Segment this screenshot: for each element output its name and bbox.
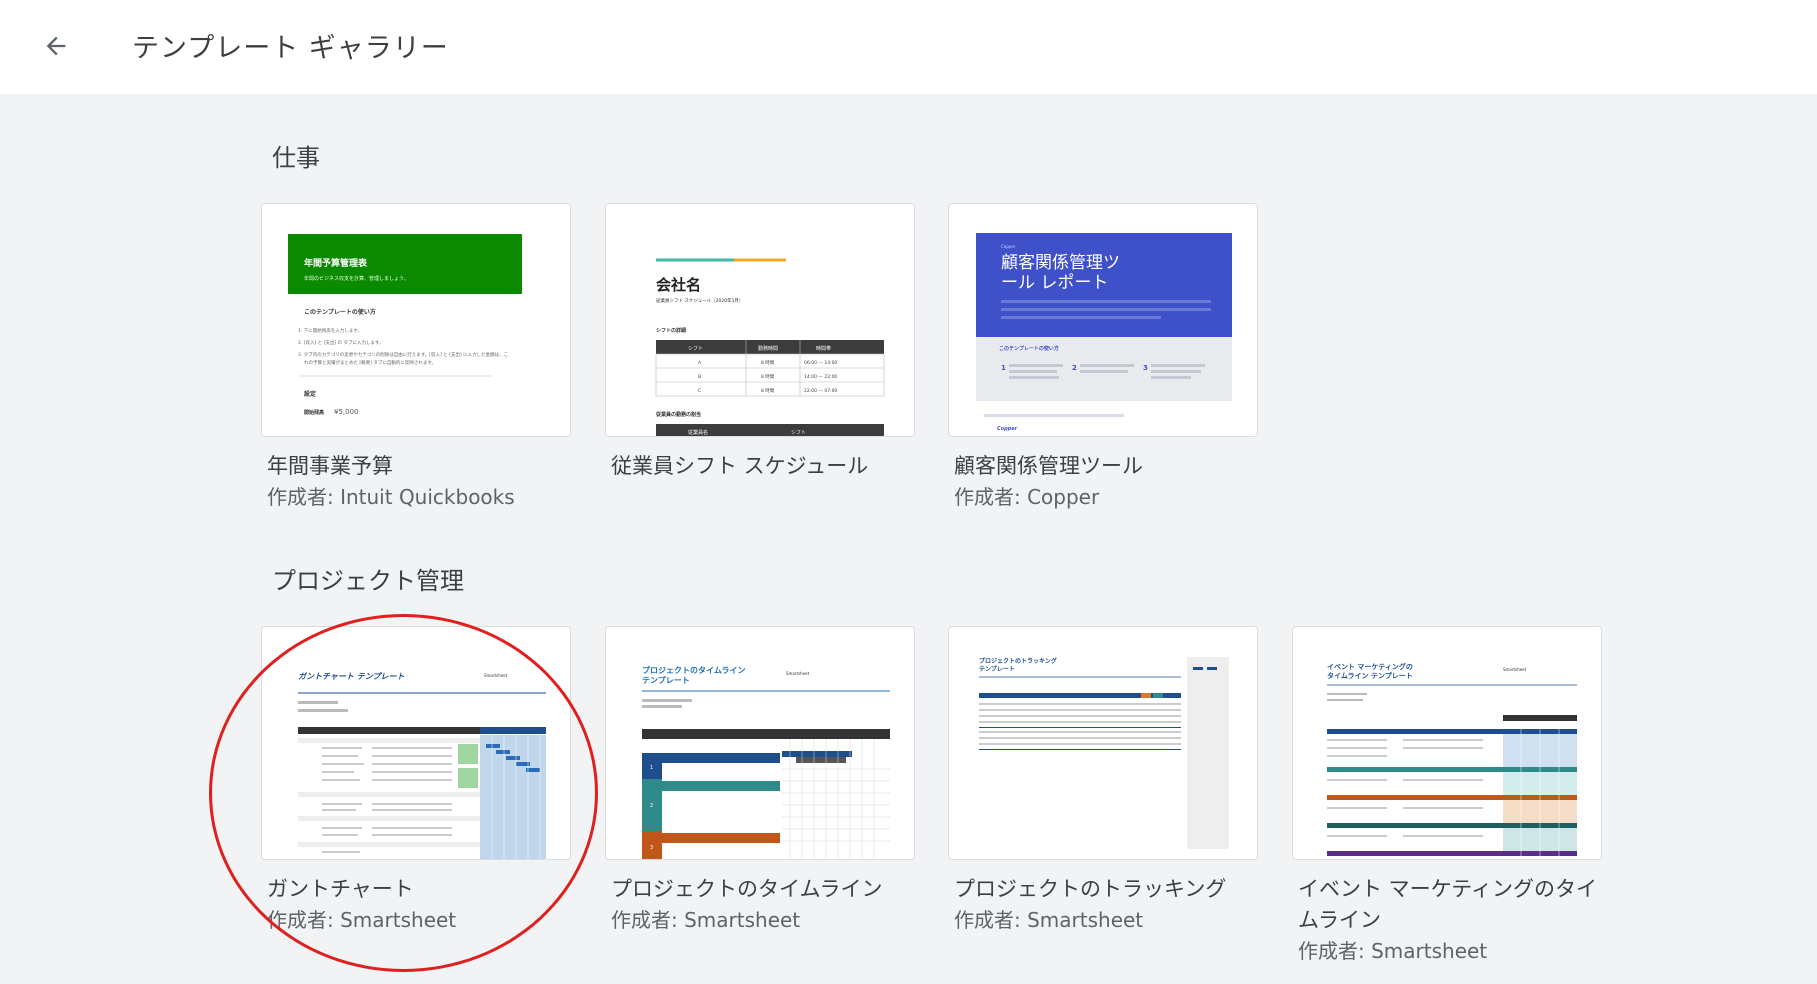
- thumb-footer-link: Copper: [997, 426, 1018, 432]
- template-name: ガントチャート: [267, 877, 414, 901]
- thumb-brand: Smartsheet: [484, 673, 508, 678]
- template-name: 年間事業予算: [267, 454, 393, 478]
- template-name: 従業員シフト スケジュール: [611, 454, 869, 478]
- top-bar: テンプレート ギャラリー: [0, 0, 1817, 94]
- thumb-th: シフト: [688, 346, 703, 352]
- thumb-title: 顧客関係管理ツ: [1001, 253, 1120, 273]
- back-button[interactable]: [34, 24, 78, 68]
- template-author: 作成者: Smartsheet: [267, 908, 457, 932]
- svg-text:8 時間: 8 時間: [761, 374, 775, 380]
- thumb-title: ガントチャート テンプレート: [298, 672, 404, 681]
- template-thumbnail[interactable]: 会社名 従業員シフト スケジュール（2020年1月） シフトの詳細 シフト 勤務…: [605, 203, 915, 437]
- section-title-work: 仕事: [272, 144, 320, 172]
- svg-text:3: 3: [650, 845, 653, 851]
- thumb-title: タイムライン テンプレート: [1327, 671, 1413, 680]
- arrow-back-icon: [46, 36, 66, 56]
- thumb-brand: Smartsheet: [786, 671, 810, 676]
- thumb-opening-label: 開始残高: [304, 409, 324, 416]
- svg-text:シフト: シフト: [791, 430, 806, 436]
- thumb-brand: Smartsheet: [1503, 667, 1527, 672]
- template-author: 作成者: Smartsheet: [611, 908, 801, 932]
- svg-text:1: 1: [650, 765, 653, 771]
- template-author: 作成者: Intuit Quickbooks: [267, 485, 515, 509]
- thumb-opening-value: ¥5,000: [334, 408, 359, 416]
- template-name: イベント マーケティングのタイムライン: [1298, 877, 1597, 932]
- thumb-th: 時間帯: [816, 345, 831, 352]
- template-card-crm[interactable]: Copper 顧客関係管理ツ ール レポート このテンプレートの使い方 1 2 …: [948, 203, 1258, 513]
- template-name: プロジェクトのタイムライン: [611, 877, 883, 901]
- template-card-project-timeline[interactable]: プロジェクトのタイムライン テンプレート Smartsheet 1 2 3 プロ…: [605, 626, 915, 936]
- template-author: 作成者: Smartsheet: [1298, 939, 1488, 963]
- thumb-title: ール レポート: [1001, 273, 1108, 293]
- svg-text:22:00 — 07:00: 22:00 — 07:00: [804, 388, 837, 394]
- page-title: テンプレート ギャラリー: [132, 33, 449, 64]
- thumb-title: プロジェクトのタイムライン: [642, 665, 745, 675]
- thumb-title: プロジェクトのトラッキング: [979, 657, 1057, 665]
- thumb-tag: Copper: [1001, 244, 1016, 249]
- template-card-shift-schedule[interactable]: 会社名 従業員シフト スケジュール（2020年1月） シフトの詳細 シフト 勤務…: [605, 203, 915, 482]
- thumb-step: 1. 下に開始残高を入力します。: [298, 327, 362, 334]
- thumb-title: イベント マーケティングの: [1327, 662, 1413, 671]
- thumb-subtitle: 従業員シフト スケジュール（2020年1月）: [656, 297, 743, 304]
- thumb-step: 2. [収入] と [支出] の タブに入力します。: [298, 339, 384, 346]
- template-author: 作成者: Smartsheet: [954, 908, 1144, 932]
- thumb-step: 3. タブ内のカテゴリの変更やカテゴリの削除は自由に行えます。[収入] と [支…: [298, 351, 508, 358]
- thumb-step: れの予算と実績がまとめた [概要] タブに自動的に反映されます。: [304, 359, 436, 366]
- thumb-shift-section: シフトの詳細: [656, 327, 686, 334]
- thumb-header-text: 年間予算管理表: [304, 257, 368, 269]
- template-thumbnail[interactable]: プロジェクトのタイムライン テンプレート Smartsheet 1 2 3: [605, 626, 915, 860]
- template-name: 顧客関係管理ツール: [954, 454, 1143, 478]
- template-card-project-tracking[interactable]: プロジェクトのトラッキング テンプレート プロジェクトのトラッキング 作成者: …: [948, 626, 1258, 936]
- svg-text:B: B: [698, 374, 701, 380]
- svg-text:1: 1: [1001, 364, 1006, 372]
- svg-text:3: 3: [1143, 364, 1148, 372]
- template-name: プロジェクトのトラッキング: [954, 877, 1227, 901]
- thumb-th: 勤務時間: [758, 345, 778, 352]
- template-card-event-marketing-timeline[interactable]: イベント マーケティングの タイムライン テンプレート Smartsheet イ…: [1292, 626, 1602, 967]
- template-author: 作成者: Copper: [954, 485, 1100, 509]
- template-thumbnail[interactable]: プロジェクトのトラッキング テンプレート: [948, 626, 1258, 860]
- thumb-title: テンプレート: [979, 665, 1015, 673]
- svg-text:C: C: [698, 388, 701, 394]
- svg-text:2: 2: [650, 803, 653, 809]
- svg-text:8 時間: 8 時間: [761, 360, 775, 366]
- thumb-company: 会社名: [656, 276, 701, 294]
- thumb-howto: このテンプレートの使い方: [999, 345, 1059, 352]
- svg-text:06:00 — 14:00: 06:00 — 14:00: [804, 360, 837, 366]
- thumb-header-sub: 年間のビジネス収支を計算、管理しましょう。: [304, 275, 409, 282]
- template-card-annual-budget[interactable]: 年間予算管理表 年間のビジネス収支を計算、管理しましょう。 このテンプレートの使…: [261, 203, 571, 513]
- thumb-title: テンプレート: [642, 675, 690, 685]
- thumb-howto: このテンプレートの使い方: [304, 308, 376, 316]
- section-title-project-management: プロジェクト管理: [272, 567, 464, 595]
- svg-text:14:00 — 22:00: 14:00 — 22:00: [804, 374, 837, 380]
- template-thumbnail[interactable]: ガントチャート テンプレート Smartsheet: [261, 626, 571, 860]
- thumb-section2: 従業員の勤務の割当: [655, 411, 701, 418]
- svg-text:2: 2: [1072, 364, 1077, 372]
- template-thumbnail[interactable]: Copper 顧客関係管理ツ ール レポート このテンプレートの使い方 1 2 …: [948, 203, 1258, 437]
- svg-text:8 時間: 8 時間: [761, 388, 775, 394]
- template-thumbnail[interactable]: 年間予算管理表 年間のビジネス収支を計算、管理しましょう。 このテンプレートの使…: [261, 203, 571, 437]
- template-card-gantt-chart[interactable]: ガントチャート テンプレート Smartsheet ガントチャート 作成者: S…: [261, 626, 571, 936]
- thumb-settings: 設定: [304, 390, 316, 398]
- svg-text:従業員名: 従業員名: [688, 429, 708, 436]
- template-thumbnail[interactable]: イベント マーケティングの タイムライン テンプレート Smartsheet: [1292, 626, 1602, 860]
